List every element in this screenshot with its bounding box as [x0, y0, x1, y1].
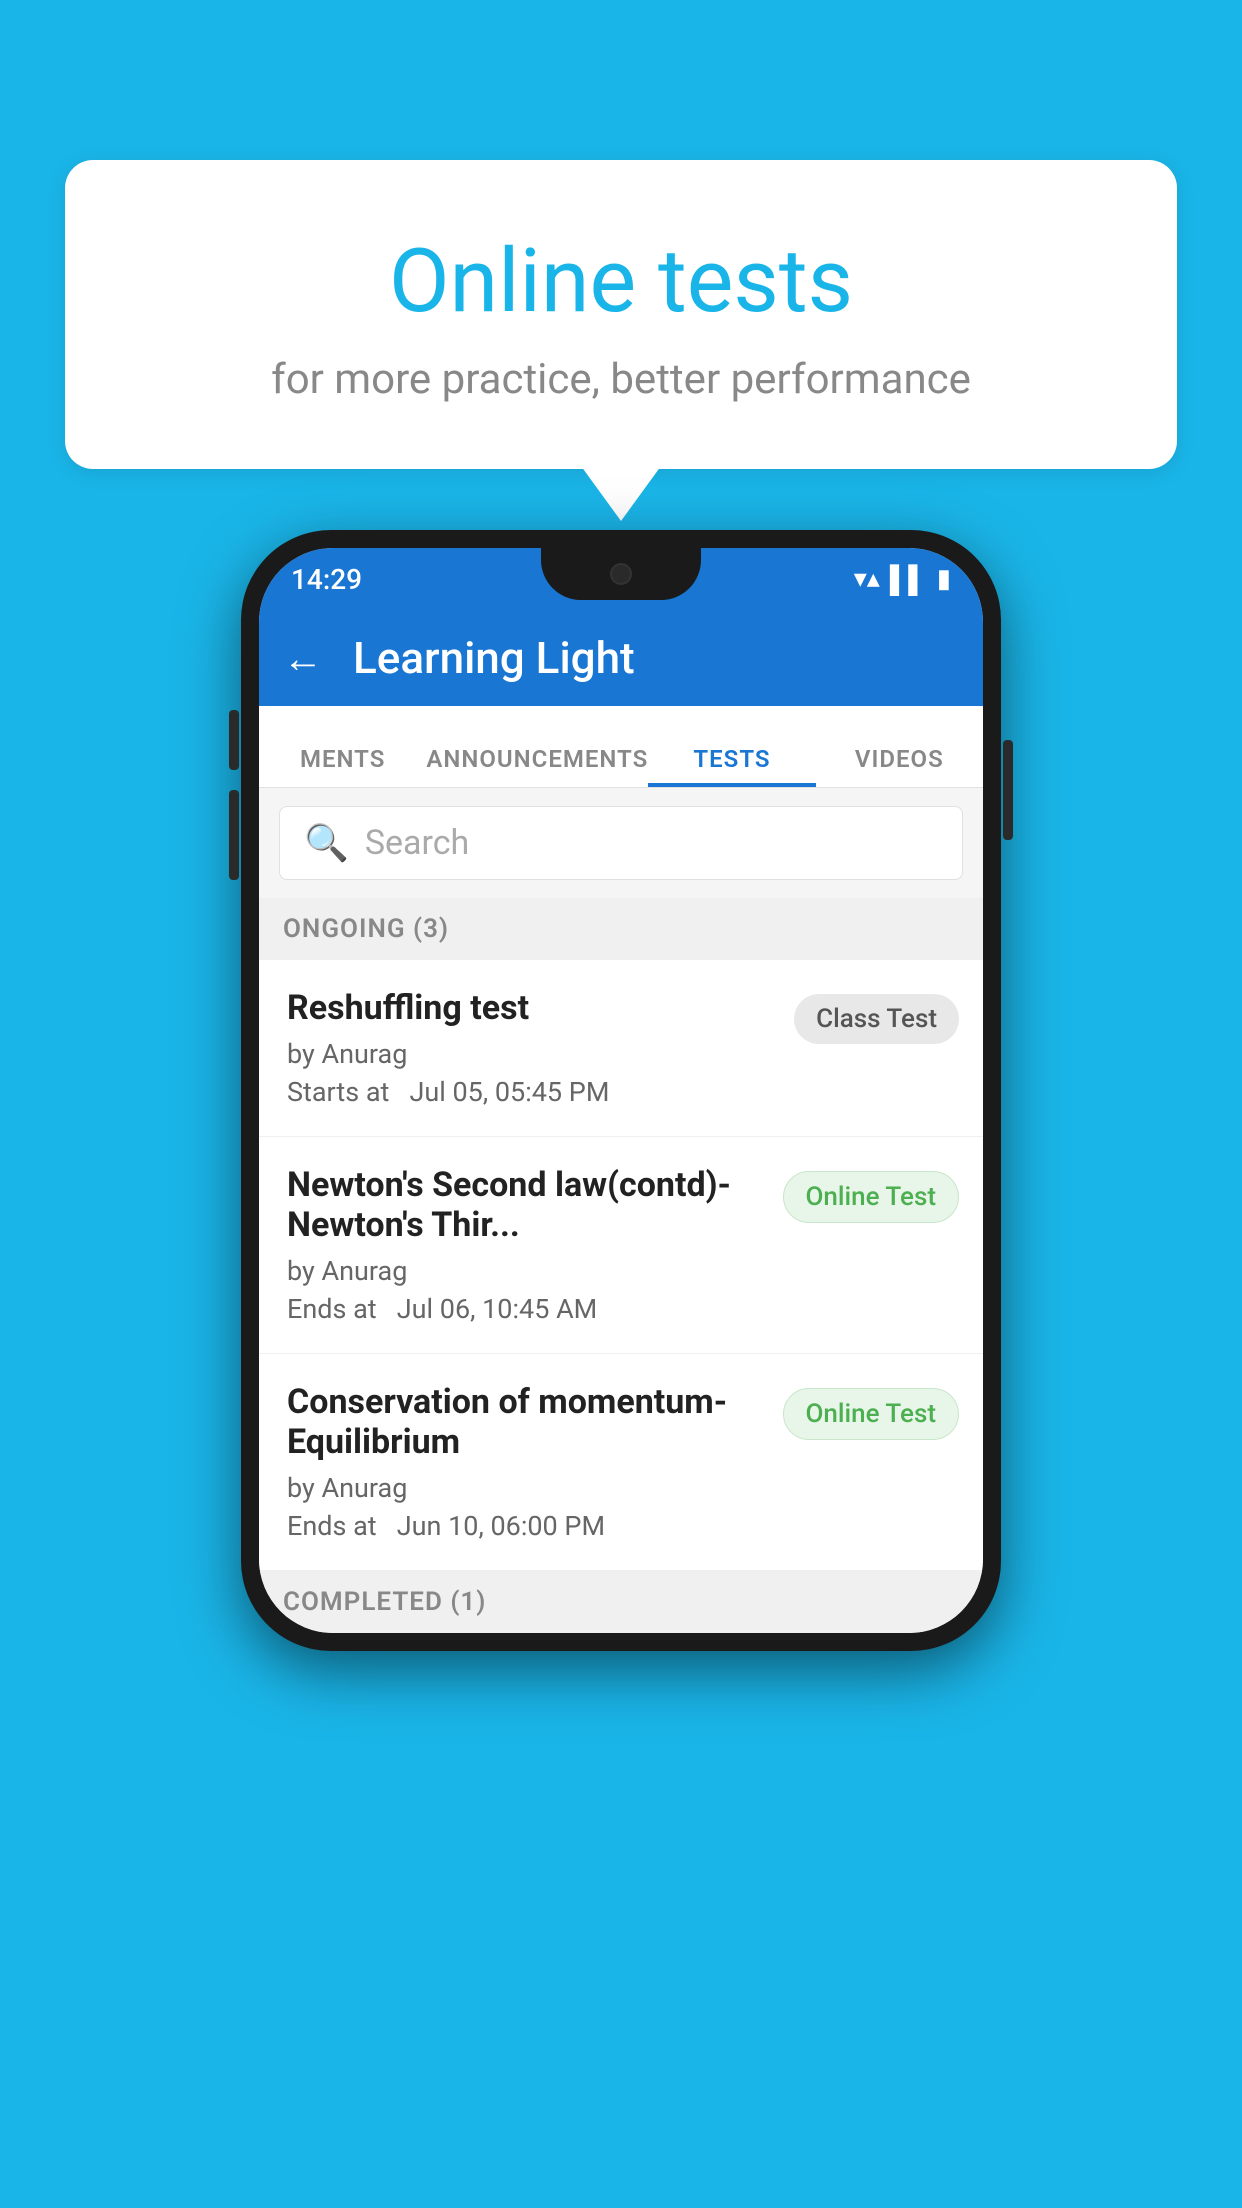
test-name-2: Newton's Second law(contd)-Newton's Thir…: [287, 1165, 763, 1245]
test-by-3: by Anurag: [287, 1472, 763, 1504]
test-name-1: Reshuffling test: [287, 988, 774, 1028]
tab-ments[interactable]: MENTS: [259, 745, 426, 787]
test-item-3[interactable]: Conservation of momentum-Equilibrium by …: [259, 1354, 983, 1571]
speech-bubble: Online tests for more practice, better p…: [65, 160, 1177, 469]
notch: [541, 548, 701, 600]
status-time: 14:29: [291, 563, 362, 596]
status-icons: ▾▴ ▌▌ ▮: [854, 564, 951, 595]
speech-bubble-container: Online tests for more practice, better p…: [65, 160, 1177, 469]
bubble-subtitle: for more practice, better performance: [125, 355, 1117, 404]
test-badge-2: Online Test: [783, 1171, 960, 1223]
ongoing-section-header: ONGOING (3): [259, 898, 983, 960]
test-time-2: Ends at Jul 06, 10:45 AM: [287, 1293, 763, 1325]
completed-section-header: COMPLETED (1): [259, 1571, 983, 1633]
bubble-title: Online tests: [125, 230, 1117, 333]
test-time-3: Ends at Jun 10, 06:00 PM: [287, 1510, 763, 1542]
battery-icon: ▮: [937, 564, 951, 594]
tab-tests[interactable]: TESTS: [648, 745, 815, 787]
phone-outer: 14:29 ▾▴ ▌▌ ▮ ← Learning Light MENTS: [241, 530, 1001, 1651]
app-bar: ← Learning Light: [259, 610, 983, 706]
search-container: 🔍 Search: [259, 788, 983, 898]
power-button[interactable]: [1003, 740, 1013, 840]
search-placeholder: Search: [365, 823, 469, 863]
test-by-2: by Anurag: [287, 1255, 763, 1287]
search-icon: 🔍: [304, 822, 349, 864]
back-button[interactable]: ←: [283, 635, 323, 682]
test-name-3: Conservation of momentum-Equilibrium: [287, 1382, 763, 1462]
test-list: Reshuffling test by Anurag Starts at Jul…: [259, 960, 983, 1571]
volume-up-button[interactable]: [229, 710, 239, 770]
test-info-1: Reshuffling test by Anurag Starts at Jul…: [287, 988, 794, 1108]
test-time-1: Starts at Jul 05, 05:45 PM: [287, 1076, 774, 1108]
phone-wrapper: 14:29 ▾▴ ▌▌ ▮ ← Learning Light MENTS: [241, 530, 1001, 1651]
test-info-3: Conservation of momentum-Equilibrium by …: [287, 1382, 783, 1542]
wifi-icon: ▾▴: [854, 564, 880, 594]
test-item-1[interactable]: Reshuffling test by Anurag Starts at Jul…: [259, 960, 983, 1137]
phone-screen: 14:29 ▾▴ ▌▌ ▮ ← Learning Light MENTS: [259, 548, 983, 1633]
tabs-bar: MENTS ANNOUNCEMENTS TESTS VIDEOS: [259, 706, 983, 788]
test-info-2: Newton's Second law(contd)-Newton's Thir…: [287, 1165, 783, 1325]
test-badge-1: Class Test: [794, 994, 959, 1044]
status-bar: 14:29 ▾▴ ▌▌ ▮: [259, 548, 983, 610]
signal-icon: ▌▌: [890, 564, 927, 595]
search-box[interactable]: 🔍 Search: [279, 806, 963, 880]
test-item-2[interactable]: Newton's Second law(contd)-Newton's Thir…: [259, 1137, 983, 1354]
test-badge-3: Online Test: [783, 1388, 960, 1440]
test-by-1: by Anurag: [287, 1038, 774, 1070]
tab-announcements[interactable]: ANNOUNCEMENTS: [426, 745, 648, 787]
tab-videos[interactable]: VIDEOS: [816, 745, 983, 787]
app-title: Learning Light: [353, 632, 635, 684]
camera-dot: [610, 563, 632, 585]
volume-down-button[interactable]: [229, 790, 239, 880]
